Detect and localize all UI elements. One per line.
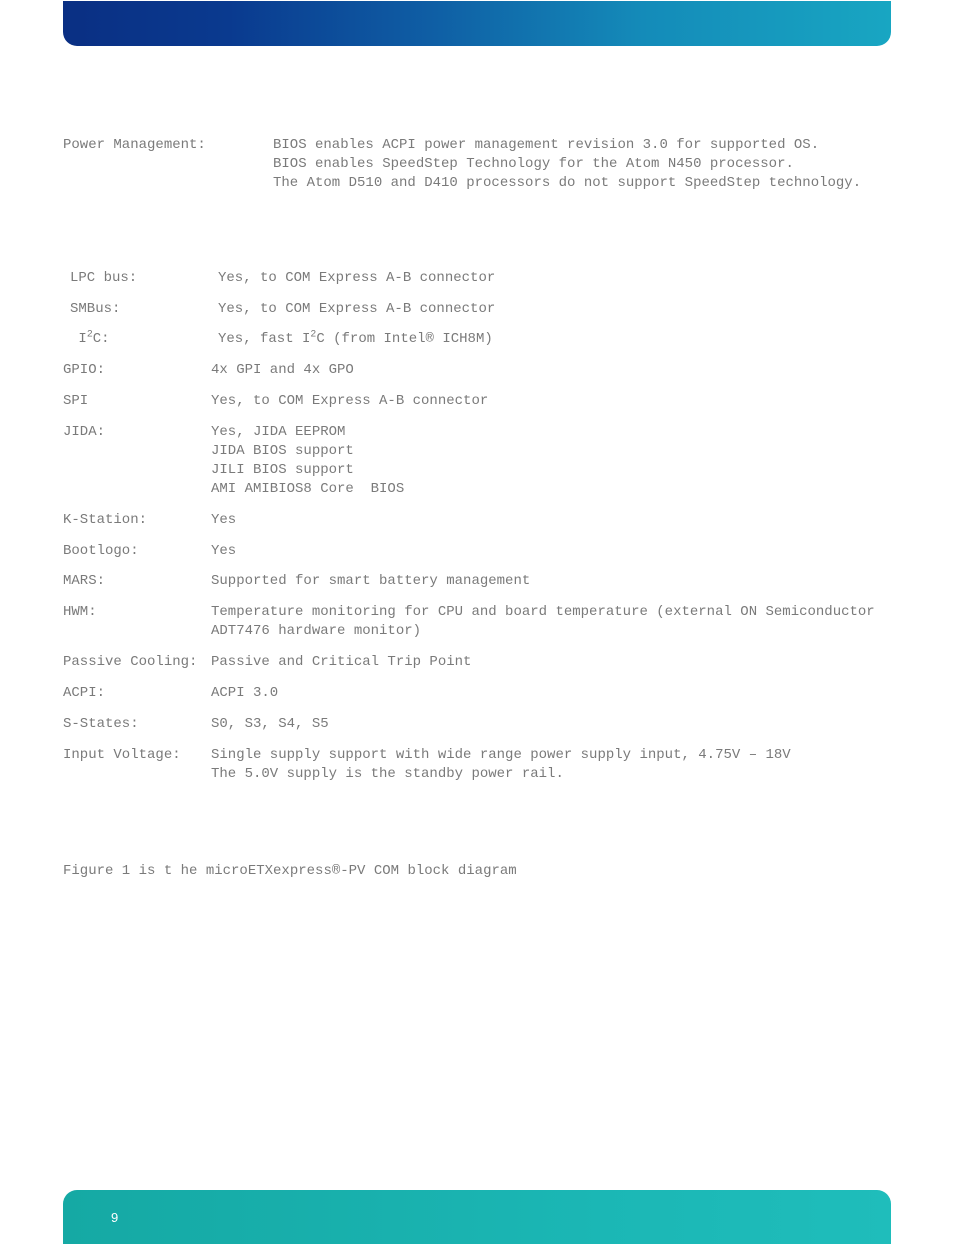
value-jida: Yes, JIDA EEPROM JIDA BIOS support JILI …: [211, 423, 891, 499]
value-bootlogo: Yes: [211, 542, 891, 561]
top-banner: [63, 1, 891, 46]
figure-caption: Figure 1 is t he microETXexpress®-PV COM…: [63, 862, 891, 881]
row-acpi: ACPI: ACPI 3.0: [63, 684, 891, 703]
label-smbus: SMBus:: [70, 300, 218, 319]
i2c-value-post: C (from Intel® ICH8M): [316, 331, 492, 347]
label-mars: MARS:: [63, 572, 211, 591]
row-i2c: I2C: Yes, fast I2C (from Intel® ICH8M): [70, 330, 891, 349]
row-inputv: Input Voltage: Single supply support wit…: [63, 746, 891, 784]
label-gpio: GPIO:: [63, 361, 211, 380]
label-passive: Passive Cooling:: [63, 653, 211, 672]
value-lpc: Yes, to COM Express A-B connector: [218, 269, 891, 288]
value-gpio: 4x GPI and 4x GPO: [211, 361, 891, 380]
i2c-label-post: C:: [93, 331, 110, 347]
section-gap: [63, 197, 891, 269]
value-hwm: Temperature monitoring for CPU and board…: [211, 603, 891, 641]
value-mars: Supported for smart battery management: [211, 572, 891, 591]
row-sstates: S-States: S0, S3, S4, S5: [63, 715, 891, 734]
value-power-management: BIOS enables ACPI power management revis…: [273, 136, 891, 193]
value-sstates: S0, S3, S4, S5: [211, 715, 891, 734]
label-inputv: Input Voltage:: [63, 746, 211, 765]
row-gpio: GPIO: 4x GPI and 4x GPO: [63, 361, 891, 380]
row-kstation: K-Station: Yes: [63, 511, 891, 530]
row-smbus: SMBus: Yes, to COM Express A-B connector: [70, 300, 891, 319]
row-passive: Passive Cooling: Passive and Critical Tr…: [63, 653, 891, 672]
value-smbus: Yes, to COM Express A-B connector: [218, 300, 891, 319]
label-power-management: Power Management:: [63, 136, 273, 155]
value-i2c: Yes, fast I2C (from Intel® ICH8M): [218, 330, 891, 349]
row-spi: SPI Yes, to COM Express A-B connector: [63, 392, 891, 411]
row-mars: MARS: Supported for smart battery manage…: [63, 572, 891, 591]
page-number: 9: [111, 1209, 118, 1227]
label-lpc: LPC bus:: [70, 269, 218, 288]
value-acpi: ACPI 3.0: [211, 684, 891, 703]
label-bootlogo: Bootlogo:: [63, 542, 211, 561]
value-passive: Passive and Critical Trip Point: [211, 653, 891, 672]
i2c-label-pre: I: [70, 331, 87, 347]
row-hwm: HWM: Temperature monitoring for CPU and …: [63, 603, 891, 641]
row-lpc: LPC bus: Yes, to COM Express A-B connect…: [70, 269, 891, 288]
label-i2c: I2C:: [70, 330, 218, 349]
label-spi: SPI: [63, 392, 211, 411]
value-inputv: Single supply support with wide range po…: [211, 746, 891, 784]
label-acpi: ACPI:: [63, 684, 211, 703]
page-content: Power Management: BIOS enables ACPI powe…: [63, 136, 891, 880]
row-jida: JIDA: Yes, JIDA EEPROM JIDA BIOS support…: [63, 423, 891, 499]
value-spi: Yes, to COM Express A-B connector: [211, 392, 891, 411]
label-jida: JIDA:: [63, 423, 211, 442]
label-kstation: K-Station:: [63, 511, 211, 530]
i2c-value-pre: Yes, fast I: [218, 331, 310, 347]
spec-list: LPC bus: Yes, to COM Express A-B connect…: [63, 269, 891, 784]
row-power-management: Power Management: BIOS enables ACPI powe…: [63, 136, 891, 193]
label-hwm: HWM:: [63, 603, 211, 622]
value-kstation: Yes: [211, 511, 891, 530]
bottom-banner: 9: [63, 1190, 891, 1244]
label-sstates: S-States:: [63, 715, 211, 734]
row-bootlogo: Bootlogo: Yes: [63, 542, 891, 561]
